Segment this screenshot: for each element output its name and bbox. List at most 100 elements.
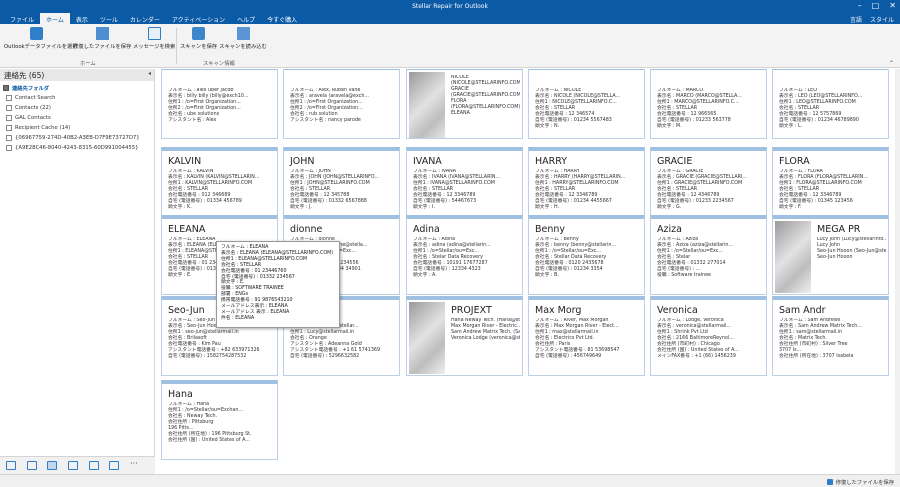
contact-name: Adina bbox=[413, 224, 440, 235]
tree-item[interactable]: GAL Contacts bbox=[3, 113, 151, 123]
contact-card[interactable]: フルネーム : MARCO 表示名 : MARCO (MARCO@STELLA..… bbox=[650, 69, 767, 139]
contact-detail-line: 会社住所 (国) : United States of A... bbox=[168, 438, 250, 443]
contact-details: フルネーム : MARCO 表示名 : MARCO (MARCO@STELLA..… bbox=[657, 88, 764, 130]
mail-icon[interactable] bbox=[6, 461, 16, 470]
menu-item[interactable]: 今すぐ購入 bbox=[261, 13, 303, 24]
contact-card[interactable]: NICOLE (NICOLE@STELLARINFO.COM) GRACIE (GRA… bbox=[406, 69, 523, 139]
ribbon-group-scan-info: スキャン情報 bbox=[203, 61, 235, 67]
save-repaired-file-button[interactable]: 修復したファイルを保存 bbox=[73, 27, 131, 55]
menu-item[interactable]: ホーム bbox=[40, 13, 70, 24]
contact-details: フルネーム : Adina 表示名 : adina (adina@stellari… bbox=[413, 237, 520, 279]
contact-card[interactable]: Max Morg フルネーム : River, Max Morgan 表示名 : M… bbox=[528, 296, 645, 376]
contact-detail-line: 自宅 (電話番号) : 456749649 bbox=[535, 354, 602, 359]
journal-icon[interactable] bbox=[109, 461, 119, 470]
calendar-icon[interactable] bbox=[27, 461, 37, 470]
contact-card[interactable]: PROJEXT Hana Neway Tech. (Hana@stell...Ma… bbox=[406, 296, 523, 376]
ribbon-group-home: ホーム bbox=[80, 61, 96, 67]
select-outlook-data-file-button[interactable]: Outlookデータファイルを選択 bbox=[4, 27, 78, 55]
contact-name: Veronica bbox=[657, 305, 698, 316]
language-menu[interactable]: 言語 bbox=[850, 15, 862, 24]
menu-item[interactable]: ヘルプ bbox=[231, 13, 261, 24]
find-message-button[interactable]: メッセージを検索 bbox=[133, 27, 175, 55]
contact-name: dionne bbox=[290, 224, 323, 235]
contact-detail-line: 頭文字 : B. bbox=[535, 273, 559, 278]
folder-icon bbox=[3, 85, 9, 91]
menu-item[interactable]: ファイル bbox=[4, 13, 40, 24]
status-save-button[interactable]: 修復したファイルを保存 bbox=[826, 478, 894, 486]
close-icon[interactable]: ✕ bbox=[889, 1, 896, 11]
vertical-scrollbar[interactable] bbox=[895, 69, 900, 474]
contact-card[interactable]: Adina フルネーム : Adina 表示名 : adina (adina@ste… bbox=[406, 215, 523, 295]
contact-name: FLORA bbox=[779, 156, 810, 167]
menu-item[interactable]: ツール bbox=[94, 13, 124, 24]
save-scan-button[interactable]: スキャンを保存 bbox=[180, 27, 217, 55]
menu-item[interactable]: カレンダー bbox=[124, 13, 166, 24]
notes-icon[interactable] bbox=[89, 461, 99, 470]
contact-detail-line: 頭文字 : L. bbox=[779, 124, 803, 129]
outlook-data-file-icon bbox=[29, 27, 43, 40]
tree-item[interactable]: Contact Search bbox=[3, 93, 151, 103]
contact-details: フルネーム : GRACIE 表示名 : GRACIE (GRACIE@STELL… bbox=[657, 169, 764, 211]
contact-details: フルネーム : HARRY 表示名 : HARRY (HARRY@STELLARI… bbox=[535, 169, 642, 211]
contact-tooltip: フルネーム : ELEANA 表示名 : ELEANA (ELEANA@STELL… bbox=[216, 241, 340, 328]
contact-detail-line: 頭文字 : H. bbox=[535, 205, 560, 210]
contact-photo bbox=[409, 72, 445, 138]
contact-card[interactable]: Benny フルネーム : Benny 表示名 : benny (benny@ste… bbox=[528, 215, 645, 295]
contact-name: PROJEXT bbox=[451, 305, 492, 316]
contact-details: フルネーム : JOHN 表示名 : JOHN (JOHN@STELLARINFO… bbox=[290, 169, 397, 211]
more-icon[interactable]: ··· bbox=[130, 460, 142, 470]
contact-name: IVANA bbox=[413, 156, 442, 167]
contact-card[interactable]: フルネーム : NICOLE 表示名 : NICOLE (NICOLE@STELL… bbox=[528, 69, 645, 139]
contact-card[interactable]: Hana フルネーム : Hana 住所1 : /o=Stellar/ou=Exch… bbox=[161, 380, 278, 460]
contact-detail-line: Seo-Jun Hooon bbox=[817, 255, 853, 260]
tasks-icon[interactable] bbox=[68, 461, 78, 470]
contact-card[interactable]: Veronica フルネーム : Lodge, Veronica 表示名 : ver… bbox=[650, 296, 767, 376]
contact-detail-line: アシスタント名 : nancy parode bbox=[290, 118, 361, 123]
style-menu[interactable]: スタイル bbox=[870, 15, 894, 24]
tree-item[interactable]: Contacts (22) bbox=[3, 103, 151, 113]
tooltip-line: 表示名 : ELEANA (ELEANA@STELLARINFO.COM) bbox=[221, 250, 334, 256]
contact-name: ELEANA bbox=[168, 224, 206, 235]
collapse-sidebar-icon[interactable]: ◂ bbox=[148, 70, 151, 77]
contact-detail-line: 頭文字 : N. bbox=[535, 124, 560, 129]
contact-card[interactable]: フルネーム : Alex, Ruben vahe 表示名 : aravela (a… bbox=[283, 69, 400, 139]
menu-item[interactable]: 表示 bbox=[70, 13, 94, 24]
contact-detail-line: ELEANA bbox=[451, 111, 470, 116]
contact-detail-line: 頭文字 : I. bbox=[413, 205, 435, 210]
tree-item[interactable]: Recipient Cache (14) bbox=[3, 123, 151, 133]
contact-detail-line: 会社住所 (所在地) : 3707 Isabela bbox=[779, 354, 854, 359]
contact-name: MEGA PR bbox=[817, 224, 861, 235]
contact-name: HARRY bbox=[535, 156, 568, 167]
contact-details: フルネーム : FLORA 表示名 : FLORA (FLORA@STELLARI… bbox=[779, 169, 886, 211]
contact-card[interactable]: フルネーム : LEO 表示名 : LEO (LEO@STELLARINFO...… bbox=[772, 69, 889, 139]
contact-card[interactable]: Sam Andr フルネーム : Sam Andrews 表示名 : Sam And… bbox=[772, 296, 889, 376]
tree-item[interactable]: {A9E28C46-8040-4243-8315-60D991004455} bbox=[3, 143, 151, 153]
ribbon: Outlookデータファイルを選択 修復したファイルを保存 メッセージを検索 ホ… bbox=[0, 24, 900, 68]
contact-details: フルネーム : Benny 表示名 : benny (benny@stellari… bbox=[535, 237, 642, 279]
contact-detail-line: アシスタント名 : Alex bbox=[168, 118, 217, 123]
contact-card[interactable]: フルネーム : alex uber jacob 表示名 : billy billy… bbox=[161, 69, 278, 139]
contact-name: JOHN bbox=[290, 156, 315, 167]
load-scan-button[interactable]: スキャンを読み込む bbox=[219, 27, 267, 55]
maximize-icon[interactable]: □ bbox=[872, 1, 880, 11]
contact-name: Benny bbox=[535, 224, 566, 235]
tree-item[interactable]: {06967759-274D-40B2-A3EB-D7F9E73727D7} bbox=[3, 133, 151, 143]
contact-detail-line: 頭文字 : A. bbox=[413, 273, 437, 278]
collapse-ribbon-icon[interactable]: ⌃ bbox=[889, 60, 894, 67]
contact-details: フルネーム : Aziza 表示名 : Aziza (aziza@stellari… bbox=[657, 237, 764, 279]
contact-card[interactable]: MEGA PR Lucy John (Lucy@stellarinfo... Luc… bbox=[772, 215, 889, 295]
contact-name: Sam Andr bbox=[779, 305, 826, 316]
contact-detail-line: Veronica Lodge (veronica@st... bbox=[451, 336, 520, 341]
tree-root-contacts-folder[interactable]: 連絡先フォルダ bbox=[3, 83, 151, 93]
contacts-icon[interactable] bbox=[47, 461, 57, 470]
contact-detail-line: 頭文字 : G. bbox=[657, 205, 682, 210]
contact-name: KALVIN bbox=[168, 156, 202, 167]
contact-detail-line: メインFAX番号 : +1 (66) 1456239 bbox=[657, 354, 736, 359]
contact-details: フルネーム : alex uber jacob 表示名 : billy billy… bbox=[168, 88, 275, 124]
menu-item[interactable]: アクティベーション bbox=[166, 13, 231, 24]
minimize-icon[interactable]: – bbox=[858, 1, 862, 11]
title-bar: Stellar Repair for Outlook – □ ✕ bbox=[0, 0, 900, 13]
folder-icon bbox=[6, 125, 12, 131]
folder-icon bbox=[6, 145, 12, 151]
contact-card[interactable]: Aziza フルネーム : Aziza 表示名 : Aziza (aziza@ste… bbox=[650, 215, 767, 295]
